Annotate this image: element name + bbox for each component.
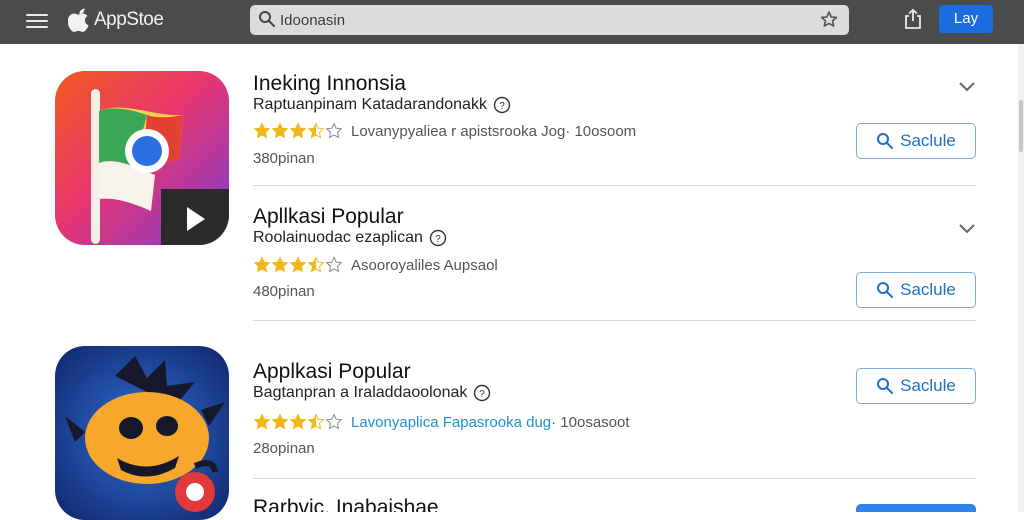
divider	[253, 320, 976, 321]
brand-name: AppStoe	[94, 9, 164, 30]
apple-logo-icon	[68, 8, 89, 32]
star-icon	[253, 413, 271, 430]
review-count: 480pinan	[253, 283, 315, 300]
app-icon-game[interactable]	[55, 346, 229, 520]
share-icon[interactable]	[901, 7, 925, 31]
star-rating	[253, 122, 343, 140]
schedule-button[interactable]: Saclule	[856, 272, 976, 308]
app-title[interactable]: Rarbvic. Inabaishae	[253, 496, 439, 512]
brand-logo[interactable]: AppStoe	[68, 6, 164, 34]
chevron-down-icon[interactable]	[957, 79, 977, 93]
rating: Lovanypyaliea r apistsrooka Jog · 10osoo…	[253, 122, 636, 140]
search-input[interactable]	[280, 9, 800, 31]
app-row-4[interactable]: Rarbvic. Inabaishae	[253, 494, 976, 512]
divider	[253, 185, 976, 186]
chevron-down-icon[interactable]	[957, 221, 977, 235]
svg-text:?: ?	[480, 389, 486, 400]
star-icon	[325, 122, 343, 139]
button-label: Saclule	[900, 280, 956, 299]
app-subtitle: Roolainuodac ezaplican ?	[253, 229, 447, 247]
hamburger-menu-icon[interactable]	[26, 12, 48, 30]
voice-search-icon[interactable]	[819, 10, 839, 30]
info-icon[interactable]: ?	[493, 96, 511, 114]
star-icon	[289, 413, 307, 430]
star-icon	[271, 256, 289, 273]
app-subtitle-text: Roolainuodac ezaplican	[253, 229, 423, 246]
search-bar[interactable]	[250, 5, 849, 35]
info-icon[interactable]: ?	[473, 384, 491, 402]
svg-text:?: ?	[435, 234, 441, 245]
header-action-button[interactable]: Lay	[939, 5, 993, 33]
top-bar: AppStoe Lay	[0, 0, 1024, 44]
star-icon	[253, 256, 271, 273]
star-rating	[253, 256, 343, 274]
review-count: 28opinan	[253, 440, 315, 457]
scrollbar-thumb[interactable]	[1019, 100, 1023, 152]
star-icon	[325, 413, 343, 430]
app-title[interactable]: Apllkasi Popular	[253, 205, 404, 229]
search-icon	[877, 282, 894, 298]
search-icon	[259, 11, 275, 27]
star-icon	[289, 122, 307, 139]
app-row-3[interactable]: Applkasi Popular Bagtanpran a Iraladdaoo…	[253, 358, 976, 468]
app-icon-browser[interactable]	[55, 71, 229, 245]
star-icon	[325, 256, 343, 273]
rating-suffix: · 10osasoot	[551, 413, 630, 431]
info-icon[interactable]: ?	[429, 229, 447, 247]
action-button[interactable]	[856, 504, 976, 512]
search-icon	[877, 378, 894, 394]
star-icon	[271, 122, 289, 139]
button-label: Saclule	[900, 376, 956, 395]
star-icon	[307, 256, 325, 273]
star-icon	[253, 122, 271, 139]
search-icon	[877, 133, 894, 149]
app-row-2[interactable]: Apllkasi Popular Roolainuodac ezaplican …	[253, 203, 976, 318]
app-title[interactable]: Ineking Innonsia	[253, 72, 406, 96]
schedule-button[interactable]: Saclule	[856, 123, 976, 159]
rating: Asooroyaliles Aupsaol	[253, 256, 498, 274]
review-count: 380pinan	[253, 150, 315, 167]
svg-text:?: ?	[499, 101, 505, 112]
app-subtitle-text: Raptuanpinam Katadarandonakk	[253, 96, 487, 113]
star-icon	[307, 413, 325, 430]
rating-text: Lovanypyaliea r apistsrooka Jog	[351, 122, 566, 140]
rating-text: Asooroyaliles Aupsaol	[351, 256, 498, 274]
star-icon	[289, 256, 307, 273]
button-label: Saclule	[900, 131, 956, 150]
schedule-button[interactable]: Saclule	[856, 368, 976, 404]
star-icon	[271, 413, 289, 430]
browser-flag-icon	[55, 71, 229, 245]
scrollbar[interactable]	[1018, 44, 1024, 512]
game-creature-icon	[55, 346, 229, 520]
star-icon	[307, 122, 325, 139]
rating: Lavonyaplica Fapasrooka dug · 10osasoot	[253, 413, 630, 431]
rating-text-link[interactable]: Lavonyaplica Fapasrooka dug	[351, 414, 551, 431]
star-rating	[253, 413, 343, 431]
app-subtitle: Raptuanpinam Katadarandonakk ?	[253, 96, 511, 114]
app-subtitle: Bagtanpran a Iraladdaoolonak ?	[253, 384, 491, 402]
app-subtitle-text: Bagtanpran a Iraladdaoolonak	[253, 384, 468, 401]
rating-suffix: · 10osoom	[565, 122, 637, 140]
app-row-1[interactable]: Ineking Innonsia Raptuanpinam Katadarand…	[253, 70, 976, 180]
divider	[253, 478, 976, 479]
app-title[interactable]: Applkasi Popular	[253, 360, 411, 384]
